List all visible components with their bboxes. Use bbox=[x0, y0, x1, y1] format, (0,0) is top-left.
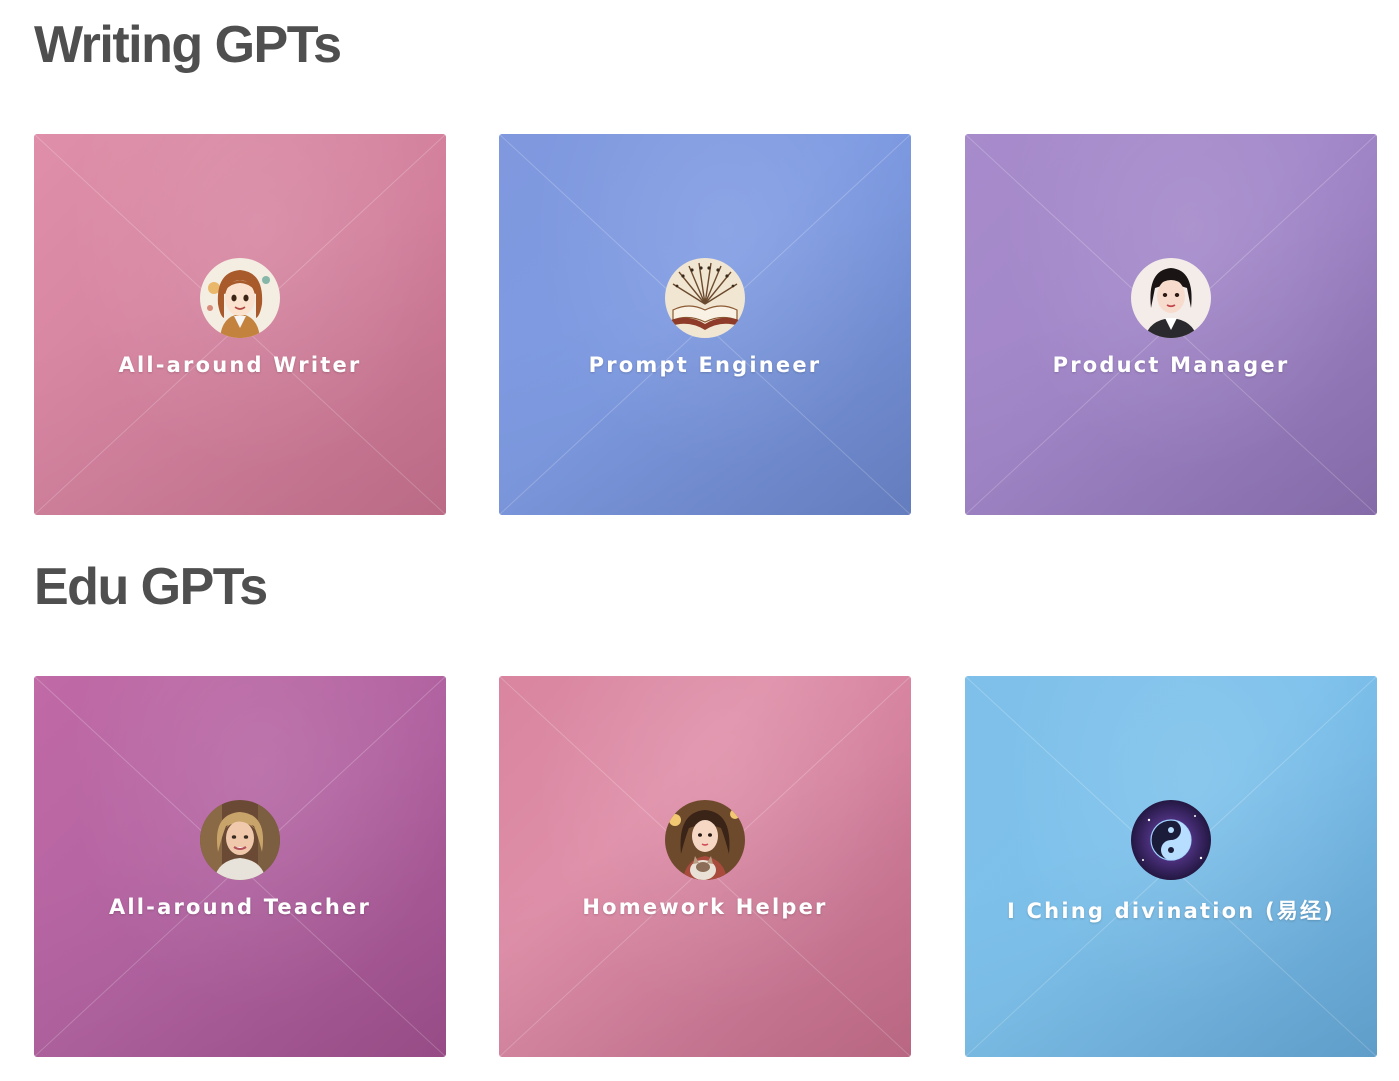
card-all-around-writer[interactable]: All-around Writer bbox=[34, 134, 446, 515]
manager-avatar-icon bbox=[1131, 258, 1211, 338]
gpts-page: Writing GPTs All-around Writer Prompt En… bbox=[0, 0, 1399, 1081]
card-label: All-around Writer bbox=[118, 353, 362, 377]
open-book-avatar-icon bbox=[665, 258, 745, 338]
card-label: Product Manager bbox=[1052, 353, 1290, 377]
card-product-manager[interactable]: Product Manager bbox=[965, 134, 1377, 515]
card-i-ching-divination[interactable]: I Ching divination (易经) bbox=[965, 676, 1377, 1057]
card-prompt-engineer[interactable]: Prompt Engineer bbox=[499, 134, 911, 515]
card-all-around-teacher[interactable]: All-around Teacher bbox=[34, 676, 446, 1057]
section-title-writing: Writing GPTs bbox=[34, 16, 342, 74]
helper-avatar-icon bbox=[665, 800, 745, 880]
section-title-edu: Edu GPTs bbox=[34, 558, 268, 616]
card-homework-helper[interactable]: Homework Helper bbox=[499, 676, 911, 1057]
teacher-avatar-icon bbox=[200, 800, 280, 880]
card-label: Homework Helper bbox=[582, 895, 828, 919]
card-label: I Ching divination (易经) bbox=[1007, 899, 1335, 923]
yin-yang-avatar-icon bbox=[1131, 800, 1211, 880]
writer-avatar-icon bbox=[200, 258, 280, 338]
card-label: Prompt Engineer bbox=[588, 353, 822, 377]
card-label: All-around Teacher bbox=[108, 895, 372, 919]
